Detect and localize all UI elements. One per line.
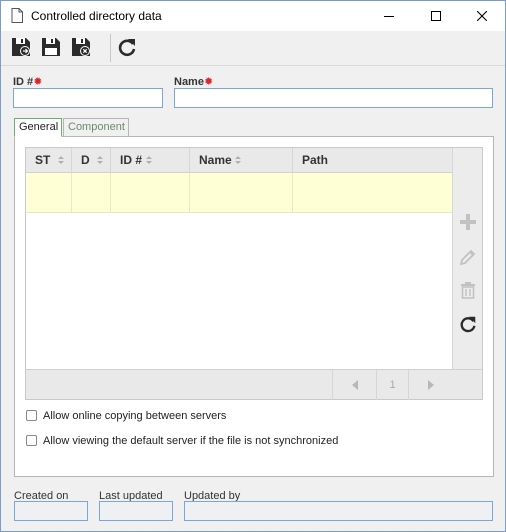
save-and-close-icon — [72, 38, 90, 56]
save-and-new-icon — [12, 38, 30, 56]
page-number: 1 — [376, 370, 408, 400]
name-label: Name✹ — [174, 76, 214, 88]
allow-viewing-default-server-label: Allow viewing the default server if the … — [43, 435, 339, 447]
column-header-path[interactable]: Path — [293, 148, 452, 173]
save-icon — [42, 38, 60, 56]
close-icon — [477, 11, 487, 21]
tab-component[interactable]: Component — [63, 118, 129, 137]
grid-side-toolbar — [452, 148, 482, 369]
allow-online-copying-label: Allow online copying between servers — [43, 410, 227, 422]
refresh-button[interactable] — [115, 35, 139, 59]
grid-pagination: 1 — [26, 369, 482, 400]
grid-refresh-button[interactable] — [456, 312, 480, 336]
save-button[interactable] — [39, 35, 63, 59]
components-grid: ST D ID # Name Path 1 — [25, 147, 483, 400]
name-input[interactable] — [174, 88, 493, 108]
column-header-st[interactable]: ST — [26, 148, 72, 173]
id-input[interactable] — [13, 88, 163, 108]
sort-icon — [235, 156, 241, 164]
trash-icon — [461, 282, 475, 299]
toolbar-divider — [1, 65, 505, 66]
save-and-new-button[interactable] — [9, 35, 33, 59]
plus-icon — [460, 214, 476, 230]
add-button[interactable] — [456, 210, 480, 234]
title-bar: Controlled directory data — [1, 1, 505, 31]
required-icon: ✹ — [33, 76, 43, 88]
table-row[interactable] — [26, 173, 452, 213]
edit-button[interactable] — [456, 244, 480, 268]
allow-online-copying-checkbox[interactable] — [26, 410, 37, 421]
chevron-right-icon — [427, 380, 434, 390]
save-and-close-button[interactable] — [69, 35, 93, 59]
sort-icon — [146, 156, 152, 164]
cell-d — [72, 173, 111, 213]
chevron-left-icon — [351, 380, 358, 390]
close-button[interactable] — [459, 1, 505, 31]
toolbar-separator — [110, 34, 111, 62]
cell-st — [26, 173, 72, 213]
prev-page-button[interactable] — [332, 370, 376, 400]
minimize-icon — [384, 16, 394, 17]
column-header-d[interactable]: D — [72, 148, 111, 173]
maximize-icon — [431, 11, 441, 21]
cell-path — [293, 173, 452, 213]
refresh-icon — [460, 316, 476, 333]
dialog-window: Controlled directory data ID #✹ Name✹ Ge… — [0, 0, 506, 532]
pencil-icon — [459, 249, 476, 265]
grid-header: ST D ID # Name Path — [26, 148, 452, 173]
last-updated-field — [99, 501, 173, 521]
column-header-id[interactable]: ID # — [111, 148, 190, 173]
sort-icon — [97, 156, 103, 164]
toolbar — [1, 31, 505, 63]
column-header-name[interactable]: Name — [190, 148, 293, 173]
tab-general[interactable]: General — [14, 118, 62, 137]
required-icon: ✹ — [203, 76, 214, 88]
refresh-icon — [118, 39, 136, 57]
id-label: ID #✹ — [13, 76, 43, 88]
document-icon — [11, 8, 23, 23]
minimize-button[interactable] — [366, 1, 412, 31]
cell-id — [111, 173, 190, 213]
window-title: Controlled directory data — [31, 9, 162, 23]
sort-icon — [58, 156, 64, 164]
allow-viewing-default-server-checkbox[interactable] — [26, 435, 37, 446]
updated-by-field — [184, 501, 493, 521]
created-on-field — [14, 501, 88, 521]
delete-button[interactable] — [456, 278, 480, 302]
cell-name — [190, 173, 293, 213]
maximize-button[interactable] — [413, 1, 459, 31]
next-page-button[interactable] — [408, 370, 452, 400]
